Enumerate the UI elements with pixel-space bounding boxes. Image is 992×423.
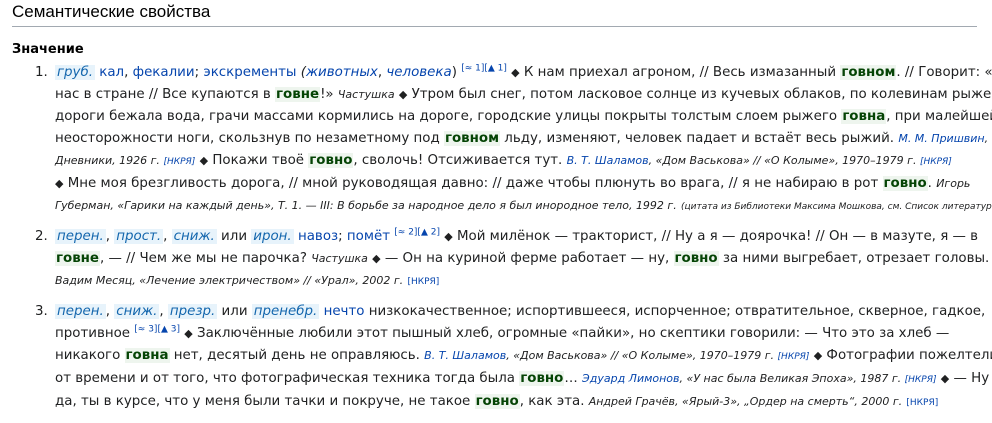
nkrya-link[interactable]: [НКРЯ] xyxy=(905,375,937,385)
usage-label[interactable]: сниж. xyxy=(114,304,160,319)
bullet-icon: ◆ xyxy=(199,154,209,167)
quote-source: Андрей Грачёв, «Ярый-3», „Ордер на смерт… xyxy=(588,395,903,408)
usage-label[interactable]: пренебр. xyxy=(251,304,320,319)
headword: говном xyxy=(840,65,897,80)
quote-source: , «Дом Васькова» // «О Колыме», 1970–197… xyxy=(506,349,775,362)
usage-label[interactable]: перен. xyxy=(55,229,106,244)
usage-label[interactable]: прост. xyxy=(114,229,164,244)
headword: говно xyxy=(519,371,565,386)
headword: говна xyxy=(841,109,887,124)
quote-source: Частушка xyxy=(337,88,395,101)
quote-text: , — // Чем же мы не парочка? xyxy=(100,251,307,266)
quote-text: льду, изменяют, человек падает и встаёт … xyxy=(500,131,895,146)
nkrya-link[interactable]: [НКРЯ] xyxy=(163,157,195,167)
bullet-icon: ◆ xyxy=(55,177,64,190)
bullet-icon: ◆ xyxy=(813,349,823,362)
quote-source: , «Дом Васькова» // «О Колыме», 1970–197… xyxy=(648,154,917,167)
sense-number: 1. xyxy=(35,65,48,80)
sense-item-2: 2. перен., прост., сниж. или ирон. навоз;… xyxy=(35,227,990,287)
usage-label[interactable]: презр. xyxy=(167,304,218,319)
quote-text: , сволочь! Отсиживается тут. xyxy=(353,153,563,168)
bullet-icon: ◆ xyxy=(184,327,193,340)
source-author-link[interactable]: В. Т. Шаламов xyxy=(424,349,506,362)
source-author-link[interactable]: В. Т. Шаламов xyxy=(567,154,649,167)
headword: говном xyxy=(443,131,501,146)
sense-number: 2. xyxy=(35,229,48,244)
nkrya-link[interactable]: [НКРЯ] xyxy=(906,398,938,408)
definition-link-fekalii[interactable]: фекалии xyxy=(133,65,195,80)
quote-text: Мой милёнок — тракторист, // Ну а я — до… xyxy=(456,229,979,244)
nkrya-link[interactable]: [НКРЯ] xyxy=(920,157,952,167)
definition-link-kal[interactable]: кал xyxy=(99,65,124,80)
connector-text: или xyxy=(217,304,252,319)
reference-sup[interactable]: [≈ 3][▲ 3] xyxy=(134,325,180,335)
source-author-link[interactable]: М. М. Пришвин xyxy=(898,132,984,145)
quote-text: — Он на куриной ферме работает — ну, xyxy=(380,251,674,266)
bullet-icon: ◆ xyxy=(444,230,453,243)
headword: говна xyxy=(124,348,170,363)
quote-text: !» xyxy=(320,87,334,102)
section-title: Семантические свойства xyxy=(12,2,977,27)
headword: говно xyxy=(882,176,928,191)
usage-label[interactable]: сниж. xyxy=(171,229,217,244)
quote-source: , «У нас была Великая Эпоха», 1987 г. xyxy=(679,372,902,385)
page: Семантические свойства Значение 1. груб. … xyxy=(0,0,992,423)
headword: говно xyxy=(673,251,719,266)
nkrya-link[interactable]: [НКРЯ] xyxy=(407,277,439,287)
usage-label[interactable]: груб. xyxy=(55,65,95,80)
bullet-icon: ◆ xyxy=(372,252,381,265)
definition-link-nechto[interactable]: нечто xyxy=(324,304,365,319)
sense-list: 1. груб. кал, фекалии; экскременты (живот… xyxy=(12,62,992,422)
sense-number: 3. xyxy=(35,304,48,319)
definition-link-navoz[interactable]: навоз xyxy=(298,229,338,244)
quote-text: за ними выгребает, отрезает головы. xyxy=(718,251,990,266)
sense-item-3: 3. перен., сниж., презр. или пренебр. неч… xyxy=(35,301,992,414)
quote-text: … xyxy=(564,371,578,386)
headword: говно xyxy=(474,394,520,409)
source-author-link[interactable]: Эдуард Лимонов xyxy=(582,372,679,385)
connector-text: или xyxy=(216,229,252,244)
reference-sup[interactable]: [≈ 1][▲ 1] xyxy=(461,64,507,74)
note-link-zhivotnyh[interactable]: животных xyxy=(306,65,378,80)
quote-text: Мне моя брезгливость дорога, // мной рук… xyxy=(67,176,883,191)
headword: говно xyxy=(308,153,354,168)
quote-source: Частушка xyxy=(311,252,368,265)
subsection-title: Значение xyxy=(12,42,84,57)
headword: говне xyxy=(275,87,321,102)
reference-sup[interactable]: [≈ 2][▲ 2] xyxy=(394,228,440,238)
quote-text: , как эта. xyxy=(519,394,585,409)
source-note-link[interactable]: (цитата из Библиотеки Максима Мошкова, с… xyxy=(681,202,992,212)
quote-source: Вадим Месяц, «Лечение электричеством» //… xyxy=(55,274,404,287)
bullet-icon: ◆ xyxy=(940,372,950,385)
definition-link-pomyot[interactable]: помёт xyxy=(347,229,390,244)
note-link-cheloveka[interactable]: человека xyxy=(386,65,451,80)
headword: говне xyxy=(55,251,101,266)
paren-close: ) xyxy=(451,65,457,80)
usage-label[interactable]: ирон. xyxy=(251,229,294,244)
definition-link-ekskrementy[interactable]: экскременты xyxy=(203,65,296,80)
bullet-icon: ◆ xyxy=(398,88,408,101)
quote-text: нет, десятый день не оправляюсь. xyxy=(169,348,420,363)
bullet-icon: ◆ xyxy=(511,66,520,79)
quote-text: . xyxy=(927,176,932,191)
sense-item-1: 1. груб. кал, фекалии; экскременты (живот… xyxy=(35,62,992,218)
nkrya-link[interactable]: [НКРЯ] xyxy=(778,352,810,362)
usage-label[interactable]: перен. xyxy=(55,304,106,319)
quote-text: К нам приехал агроном, // Весь измазанны… xyxy=(523,65,841,80)
quote-text: Покажи твоё xyxy=(212,153,309,168)
